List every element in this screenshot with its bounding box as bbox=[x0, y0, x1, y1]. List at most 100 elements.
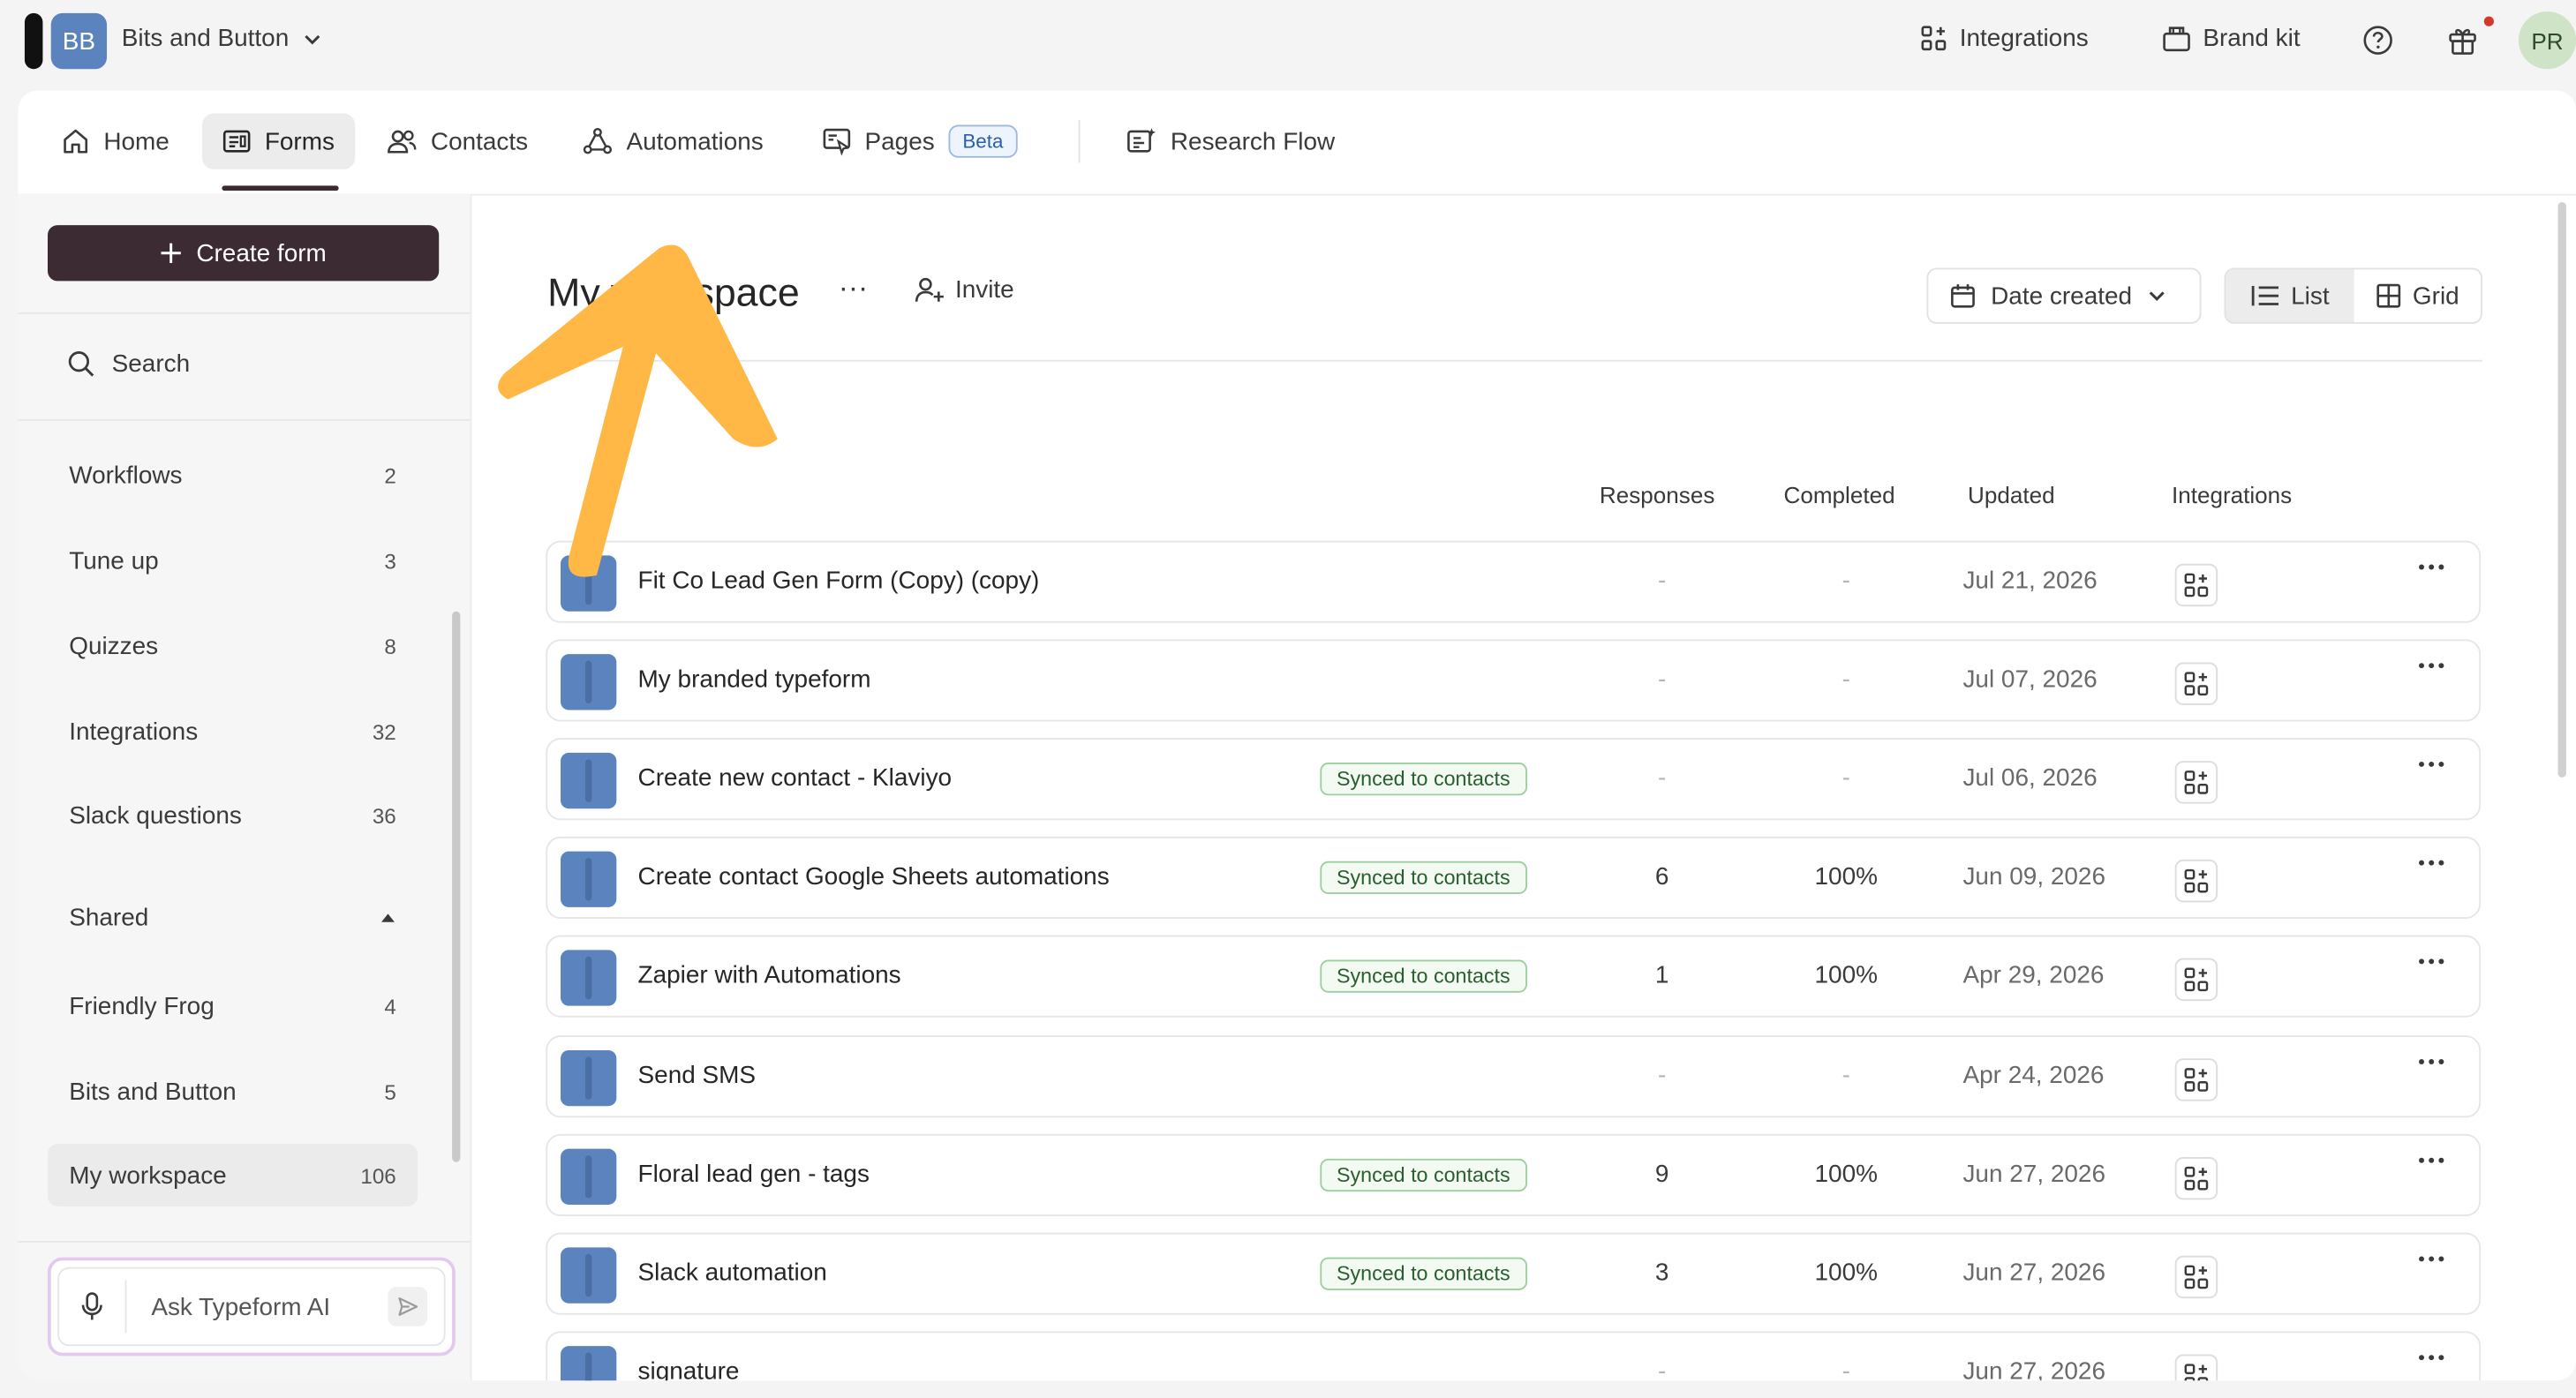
microphone-icon[interactable] bbox=[59, 1280, 127, 1334]
table-row[interactable]: Floral lead gen - tags Synced to contacts… bbox=[546, 1133, 2482, 1217]
grid-view-button[interactable]: Grid bbox=[2354, 269, 2481, 322]
add-integration-icon[interactable] bbox=[2174, 1156, 2218, 1200]
row-more-icon[interactable] bbox=[2418, 761, 2444, 767]
form-name[interactable]: Send SMS bbox=[638, 1062, 757, 1090]
table-row[interactable]: Send SMS - - Apr 24, 2026 bbox=[546, 1035, 2482, 1118]
column-header-completed[interactable]: Completed bbox=[1783, 482, 1894, 508]
responses-value: 1 bbox=[1654, 961, 1669, 990]
sidebar-scrollbar[interactable] bbox=[452, 611, 461, 1162]
updated-date: Jun 27, 2026 bbox=[1962, 1357, 2106, 1381]
responses-value: 3 bbox=[1654, 1259, 1669, 1288]
chevron-down-icon bbox=[2147, 286, 2166, 305]
form-name[interactable]: Create contact Google Sheets automations bbox=[638, 863, 1110, 891]
sidebar-item-count: 8 bbox=[384, 633, 396, 658]
integrations-link[interactable]: Integrations bbox=[1920, 25, 2089, 53]
workspace-switcher[interactable]: Bits and Button bbox=[122, 25, 322, 53]
form-name[interactable]: Slack automation bbox=[638, 1259, 827, 1287]
form-name[interactable]: signature bbox=[638, 1357, 740, 1380]
row-more-icon[interactable] bbox=[2418, 1354, 2444, 1361]
responses-value: 6 bbox=[1654, 862, 1669, 891]
gift-icon[interactable] bbox=[2448, 25, 2478, 56]
completed-value: 100% bbox=[1814, 1160, 1878, 1189]
form-name[interactable]: Create new contact - Klaviyo bbox=[638, 764, 953, 793]
content-divider bbox=[546, 359, 2482, 362]
sidebar-item-my-workspace[interactable]: My workspace 106 bbox=[48, 1144, 418, 1206]
updated-date: Apr 29, 2026 bbox=[1962, 961, 2105, 990]
sidebar-item-tune-up[interactable]: Tune up 3 bbox=[48, 530, 418, 592]
form-thumbnail bbox=[561, 1148, 617, 1205]
column-header-updated[interactable]: Updated bbox=[1968, 482, 2055, 508]
add-integration-icon[interactable] bbox=[2174, 859, 2218, 903]
top-bar: BB Bits and Button Integrations Brand ki… bbox=[0, 0, 2576, 86]
sidebar-item-count: 3 bbox=[384, 548, 396, 573]
sidebar-item-quizzes[interactable]: Quizzes 8 bbox=[48, 614, 418, 677]
row-more-icon[interactable] bbox=[2418, 958, 2444, 965]
tab-automations[interactable]: Automations bbox=[562, 113, 783, 169]
table-row[interactable]: Zapier with Automations Synced to contact… bbox=[546, 935, 2482, 1018]
workspace-avatar[interactable]: BB bbox=[50, 12, 108, 70]
table-row[interactable]: signature - - Jun 27, 2026 bbox=[546, 1331, 2482, 1381]
row-more-icon[interactable] bbox=[2418, 564, 2444, 570]
user-avatar[interactable]: PR bbox=[2518, 11, 2576, 70]
sidebar-item-count: 4 bbox=[384, 993, 396, 1018]
sidebar-item-count: 106 bbox=[360, 1162, 396, 1188]
tab-research-flow[interactable]: Research Flow bbox=[1106, 113, 1354, 169]
table-row[interactable]: Slack automation Synced to contacts 3 100% J… bbox=[546, 1232, 2482, 1315]
form-name[interactable]: Floral lead gen - tags bbox=[638, 1161, 870, 1189]
add-integration-icon[interactable] bbox=[2174, 761, 2218, 804]
app-logo[interactable] bbox=[24, 12, 43, 70]
add-integration-icon[interactable] bbox=[2174, 1058, 2218, 1101]
synced-badge: Synced to contacts bbox=[1320, 1158, 1527, 1192]
brand-kit-link[interactable]: Brand kit bbox=[2162, 25, 2301, 53]
list-view-button[interactable]: List bbox=[2226, 269, 2354, 322]
sidebar-item-workflows[interactable]: Workflows 2 bbox=[48, 444, 418, 507]
add-integration-icon[interactable] bbox=[2174, 563, 2218, 607]
create-form-button[interactable]: Create form bbox=[48, 225, 440, 282]
sidebar-search[interactable]: Search bbox=[67, 350, 190, 378]
add-integration-icon[interactable] bbox=[2174, 662, 2218, 705]
automations-icon bbox=[582, 126, 613, 156]
form-thumbnail bbox=[561, 654, 617, 710]
send-icon[interactable] bbox=[388, 1287, 428, 1327]
table-row[interactable]: My branded typeform - - Jul 07, 2026 bbox=[546, 639, 2482, 722]
sidebar-item-label: Slack questions bbox=[69, 800, 242, 830]
updated-date: Jul 07, 2026 bbox=[1962, 665, 2098, 694]
form-name[interactable]: Zapier with Automations bbox=[638, 961, 901, 989]
row-more-icon[interactable] bbox=[2418, 1058, 2444, 1064]
tab-automations-label: Automations bbox=[626, 127, 764, 155]
content-scrollbar[interactable] bbox=[2557, 202, 2566, 778]
table-row[interactable]: Create new contact - Klaviyo Synced to co… bbox=[546, 738, 2482, 821]
tab-contacts[interactable]: Contacts bbox=[366, 113, 547, 169]
ask-ai-field[interactable]: Ask Typeform AI bbox=[57, 1266, 446, 1347]
workspace-more-button[interactable]: ··· bbox=[839, 271, 868, 305]
list-view-label: List bbox=[2291, 282, 2330, 311]
form-name[interactable]: My branded typeform bbox=[638, 665, 871, 694]
ask-ai-box: Ask Typeform AI bbox=[48, 1257, 456, 1357]
invite-button[interactable]: Invite bbox=[914, 276, 1014, 304]
add-integration-icon[interactable] bbox=[2174, 958, 2218, 1002]
row-more-icon[interactable] bbox=[2418, 1157, 2444, 1163]
nav-divider bbox=[1078, 119, 1081, 163]
sidebar-item-bits-and-button[interactable]: Bits and Button 5 bbox=[48, 1060, 418, 1123]
help-icon[interactable] bbox=[2362, 25, 2393, 56]
sidebar-item-slack-questions[interactable]: Slack questions 36 bbox=[48, 784, 418, 846]
table-row[interactable]: Fit Co Lead Gen Form (Copy) (copy) - - Jul … bbox=[546, 540, 2482, 623]
tab-home[interactable]: Home bbox=[41, 113, 190, 169]
shared-section-toggle[interactable]: Shared bbox=[48, 886, 418, 949]
completed-value: - bbox=[1842, 1061, 1850, 1090]
tab-pages[interactable]: Pages Beta bbox=[802, 113, 1038, 169]
sidebar-item-friendly-frog[interactable]: Friendly Frog 4 bbox=[48, 974, 418, 1037]
row-more-icon[interactable] bbox=[2418, 860, 2444, 866]
column-header-responses[interactable]: Responses bbox=[1600, 482, 1714, 508]
add-integration-icon[interactable] bbox=[2174, 1255, 2218, 1299]
table-row[interactable]: Create contact Google Sheets automations… bbox=[546, 836, 2482, 919]
tab-forms[interactable]: Forms bbox=[202, 113, 355, 169]
sidebar-item-label: Bits and Button bbox=[69, 1077, 237, 1106]
add-integration-icon[interactable] bbox=[2174, 1354, 2218, 1381]
synced-badge: Synced to contacts bbox=[1320, 861, 1527, 895]
row-more-icon[interactable] bbox=[2418, 1256, 2444, 1262]
tab-home-label: Home bbox=[103, 127, 169, 155]
sort-dropdown[interactable]: Date created bbox=[1926, 267, 2202, 324]
sidebar-item-integrations[interactable]: Integrations 32 bbox=[48, 700, 418, 763]
row-more-icon[interactable] bbox=[2418, 662, 2444, 669]
